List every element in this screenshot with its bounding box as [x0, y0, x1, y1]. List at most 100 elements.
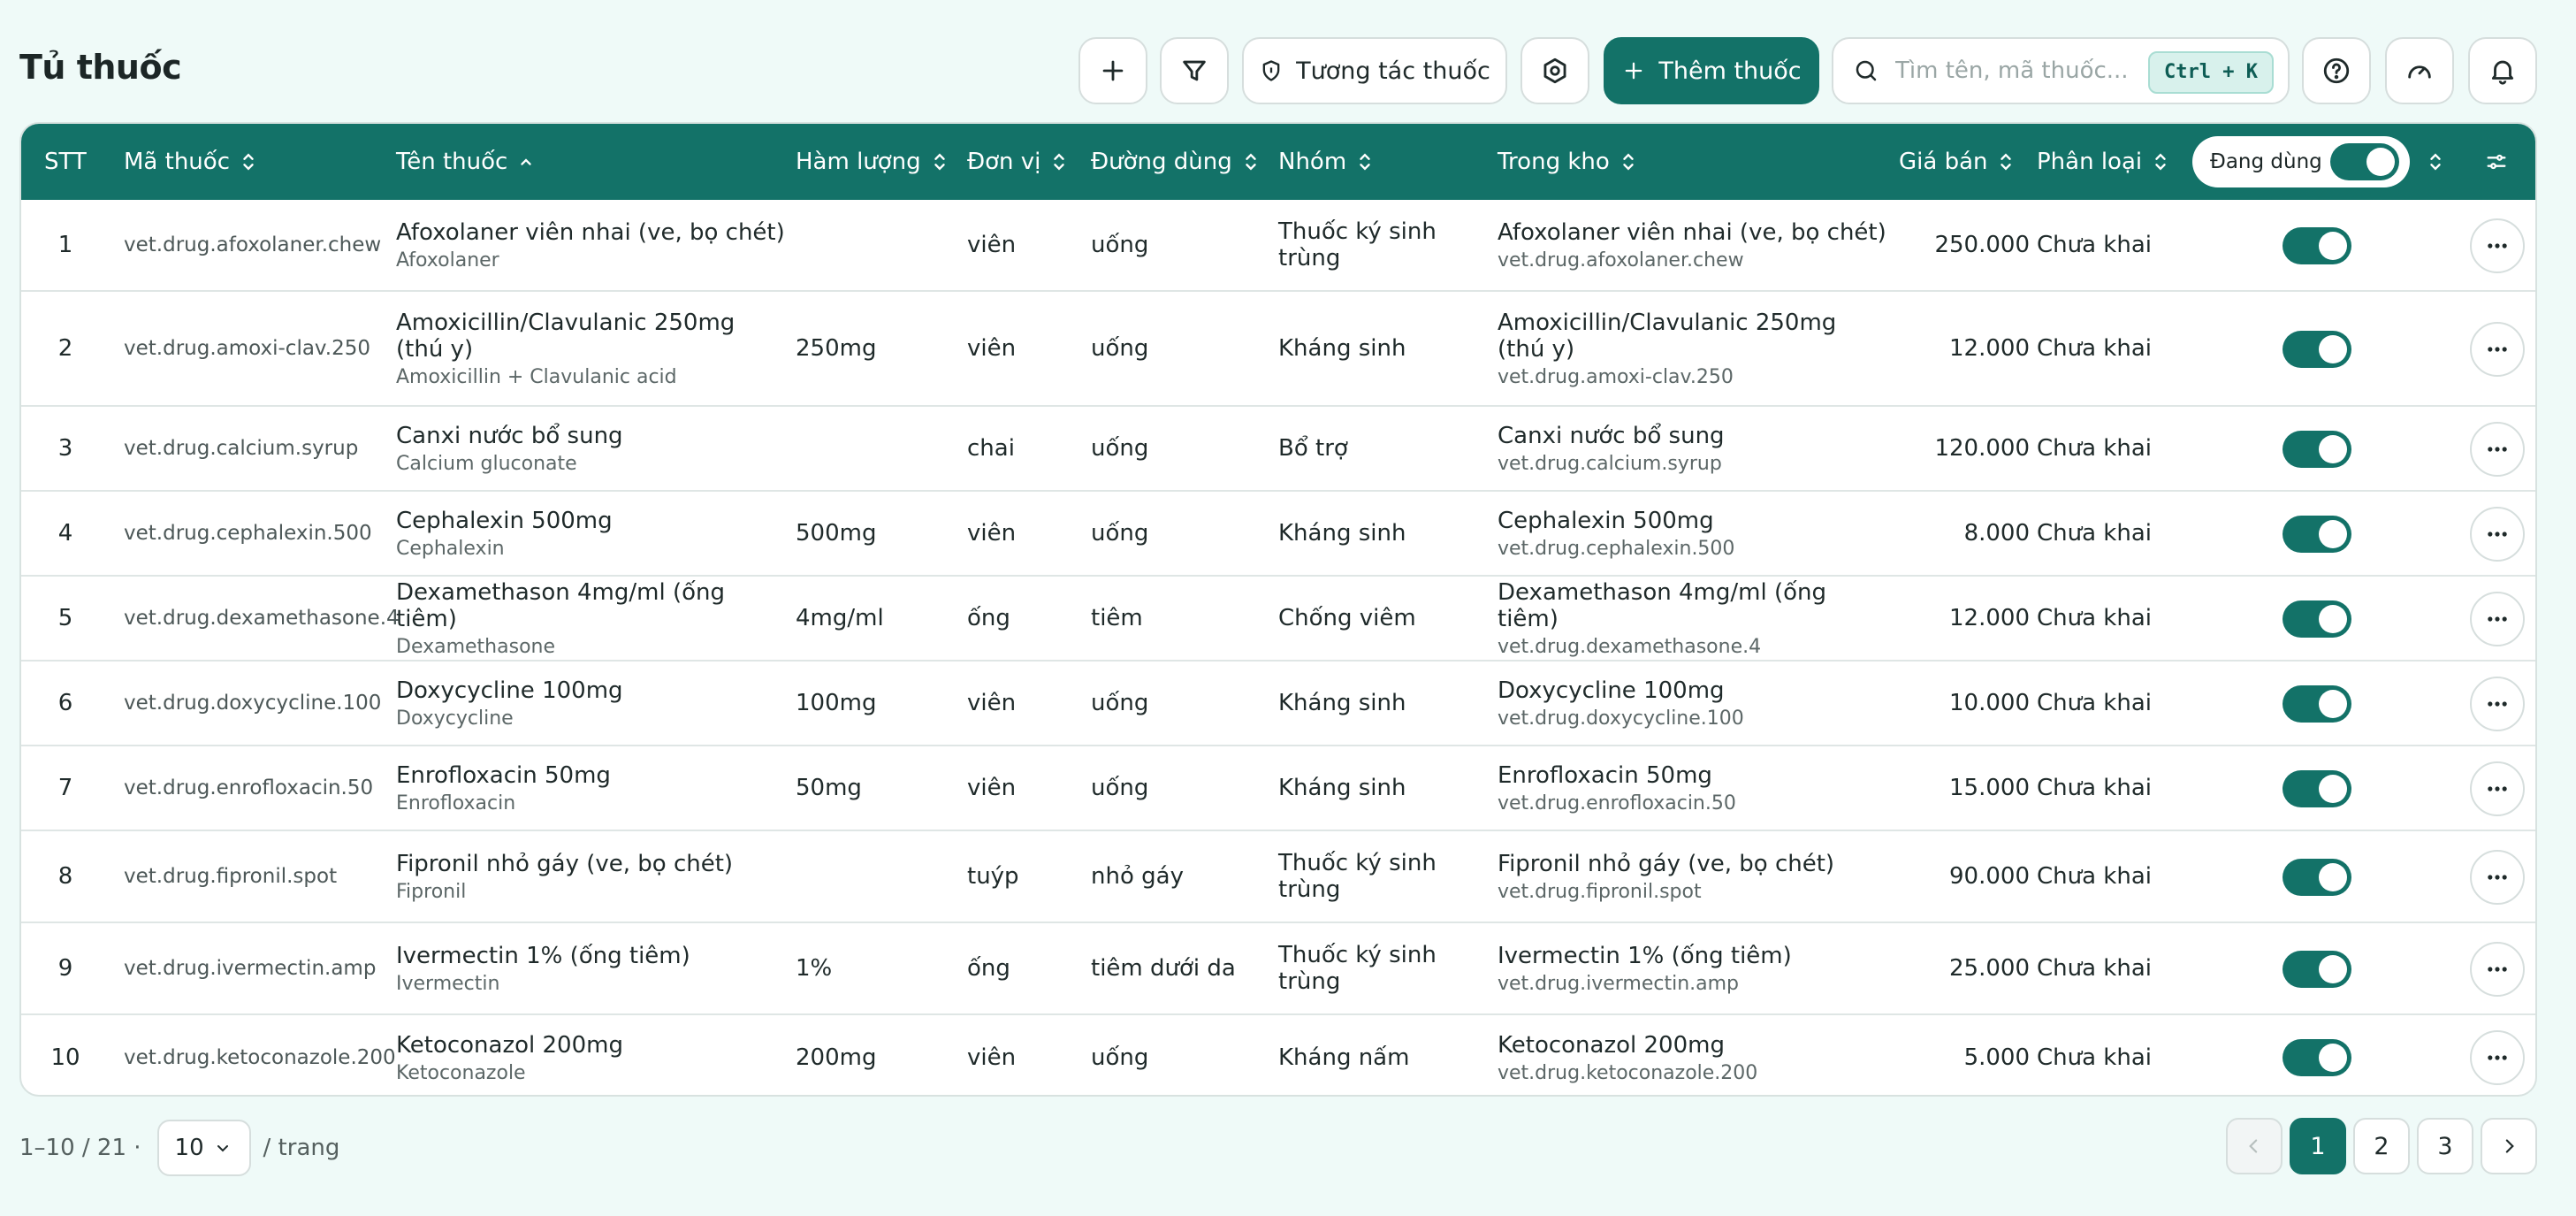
cell-stt: 3	[57, 435, 73, 462]
cell-strength	[796, 407, 955, 490]
cell-stock: Dexamethason 4mg/ml (ống tiêm) vet.drug.d…	[1498, 577, 1886, 660]
column-header-price[interactable]: Giá bán	[1899, 124, 2014, 200]
row-actions-button[interactable]	[2470, 218, 2525, 273]
column-header-name[interactable]: Tên thuốc	[396, 124, 534, 200]
cell-code: vet.drug.ivermectin.amp	[124, 957, 377, 980]
table-row[interactable]: 9 vet.drug.ivermectin.amp Ivermectin 1% (ố…	[21, 923, 2535, 1015]
cell-stock: Doxycycline 100mg vet.drug.doxycycline.10…	[1498, 662, 1886, 745]
active-switch[interactable]	[2283, 770, 2351, 807]
cell-stt: 7	[57, 775, 73, 801]
add-drug-button[interactable]: Thêm thuốc	[1604, 37, 1819, 104]
column-header-unit[interactable]: Đơn vị	[967, 124, 1067, 200]
table-row[interactable]: 7 vet.drug.enrofloxacin.50 Enrofloxacin 50…	[21, 746, 2535, 831]
cell-unit: ống	[967, 605, 1010, 631]
add-button[interactable]	[1078, 37, 1147, 104]
row-actions-button[interactable]	[2470, 592, 2525, 646]
drug-table: STT Mã thuốc Tên thuốc Hàm lượng Đơn vị …	[19, 122, 2537, 1097]
table-row[interactable]: 10 vet.drug.ketoconazole.200 Ketoconazol 2…	[21, 1015, 2535, 1095]
page-1-button[interactable]: 1	[2290, 1118, 2346, 1174]
cell-unit: viên	[967, 1044, 1017, 1071]
drug-interaction-button[interactable]: Tương tác thuốc	[1242, 37, 1507, 104]
cell-stt: 8	[57, 863, 73, 890]
table-row[interactable]: 3 vet.drug.calcium.syrup Canxi nước bổ sun…	[21, 407, 2535, 492]
row-actions-button[interactable]	[2470, 507, 2525, 562]
add-drug-label: Thêm thuốc	[1658, 57, 1802, 85]
cell-category: Chưa khai	[2037, 955, 2152, 982]
column-header-stock[interactable]: Trong kho	[1498, 124, 1636, 200]
cell-group: Kháng sinh	[1278, 520, 1406, 547]
active-switch[interactable]	[2283, 685, 2351, 723]
table-row[interactable]: 8 vet.drug.fipronil.spot Fipronil nhỏ gáy …	[21, 831, 2535, 923]
row-actions-button[interactable]	[2470, 322, 2525, 377]
active-switch[interactable]	[2283, 1039, 2351, 1076]
search-box[interactable]: Ctrl + K	[1832, 37, 2290, 104]
cell-group: Bổ trợ	[1278, 435, 1348, 462]
top-bar: Tủ thuốc Tương tác thuốc Thêm thuốc Ctrl…	[0, 0, 2576, 140]
sort-ascending-icon	[521, 158, 532, 165]
column-settings-button[interactable]	[2484, 124, 2509, 200]
notification-button[interactable]	[2468, 37, 2537, 104]
column-header-strength[interactable]: Hàm lượng	[796, 124, 948, 200]
per-page-select[interactable]: 10	[156, 1120, 251, 1176]
active-switch[interactable]	[2283, 516, 2351, 553]
cell-stock: Cephalexin 500mg vet.drug.cephalexin.500	[1498, 492, 1886, 575]
active-filter-switch[interactable]	[2330, 143, 2399, 180]
bell-icon	[2491, 60, 2514, 85]
stock-code: vet.drug.dexamethasone.4	[1498, 635, 1762, 658]
row-actions-button[interactable]	[2470, 422, 2525, 477]
active-switch[interactable]	[2283, 951, 2351, 988]
cell-group: Kháng sinh	[1278, 335, 1406, 362]
stock-name: Canxi nước bổ sung	[1498, 422, 1725, 449]
row-actions-button[interactable]	[2470, 677, 2525, 731]
cell-route: uống	[1091, 690, 1149, 716]
cell-strength: 500mg	[796, 520, 877, 547]
table-row[interactable]: 5 vet.drug.dexamethasone.4 Dexamethason 4m…	[21, 577, 2535, 662]
filter-button[interactable]	[1160, 37, 1229, 104]
settings-button[interactable]	[1520, 37, 1589, 104]
cell-group: Kháng sinh	[1278, 690, 1406, 716]
table-row[interactable]: 1 vet.drug.afoxolaner.chew Afoxolaner viên…	[21, 200, 2535, 292]
drug-interaction-label: Tương tác thuốc	[1296, 57, 1490, 85]
table-row[interactable]: 2 vet.drug.amoxi-clav.250 Amoxicillin/Clav…	[21, 292, 2535, 407]
active-switch[interactable]	[2283, 859, 2351, 896]
more-horizontal-icon	[2488, 786, 2507, 792]
row-actions-button[interactable]	[2470, 1030, 2525, 1085]
active-switch[interactable]	[2283, 600, 2351, 638]
cell-price: 250.000	[1934, 232, 2030, 258]
sliders-icon	[2487, 154, 2506, 170]
search-input[interactable]	[1894, 57, 2153, 85]
plus-icon	[1626, 62, 1642, 80]
stock-name: Dexamethason 4mg/ml (ống tiêm)	[1498, 578, 1826, 632]
table-row[interactable]: 6 vet.drug.doxycycline.100 Doxycycline 100…	[21, 662, 2535, 746]
row-actions-button[interactable]	[2470, 942, 2525, 997]
next-page-button[interactable]	[2481, 1118, 2537, 1174]
cell-category: Chưa khai	[2037, 232, 2152, 258]
dashboard-button[interactable]	[2385, 37, 2454, 104]
active-switch[interactable]	[2283, 431, 2351, 468]
column-header-group[interactable]: Nhóm	[1278, 124, 1373, 200]
previous-page-button[interactable]	[2226, 1118, 2283, 1174]
active-switch[interactable]	[2283, 227, 2351, 264]
column-header-category[interactable]: Phân loại	[2037, 124, 2168, 200]
cell-name: Fipronil nhỏ gáy (ve, bọ chét) Fipronil	[396, 831, 785, 922]
column-header-code[interactable]: Mã thuốc	[124, 124, 256, 200]
cell-group: Chống viêm	[1278, 605, 1416, 631]
page-3-button[interactable]: 3	[2417, 1118, 2473, 1174]
drug-name: Dexamethason 4mg/ml (ống tiêm)	[396, 578, 725, 632]
table-row[interactable]: 4 vet.drug.cephalexin.500 Cephalexin 500mg…	[21, 492, 2535, 577]
cell-unit: ống	[967, 955, 1010, 982]
row-actions-button[interactable]	[2470, 761, 2525, 816]
cell-price: 5.000	[1963, 1044, 2030, 1071]
page-2-button[interactable]: 2	[2353, 1118, 2410, 1174]
active-filter-toggle[interactable]: Đang dùng	[2192, 136, 2410, 187]
cell-category: Chưa khai	[2037, 435, 2152, 462]
column-header-route[interactable]: Đường dùng	[1091, 124, 1259, 200]
stock-name: Doxycycline 100mg	[1498, 677, 1725, 704]
row-actions-button[interactable]	[2470, 850, 2525, 905]
column-header-active-sort[interactable]	[2427, 124, 2443, 200]
sort-icon	[2001, 153, 2012, 171]
cell-stt: 6	[57, 690, 73, 716]
cell-category: Chưa khai	[2037, 520, 2152, 547]
help-button[interactable]	[2302, 37, 2371, 104]
active-switch[interactable]	[2283, 331, 2351, 368]
